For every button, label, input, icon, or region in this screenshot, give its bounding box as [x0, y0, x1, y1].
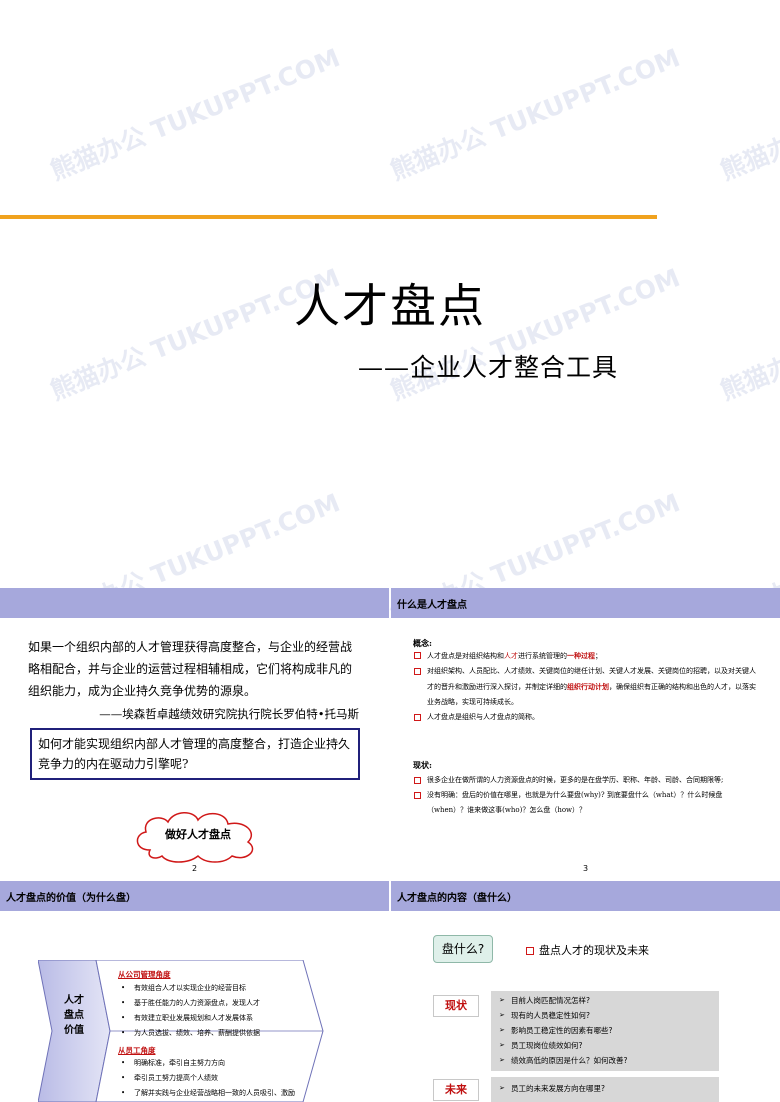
cover-title: 人才盘点 — [294, 279, 486, 333]
slide-4: 人才盘点的价值（为什么盘） 人才 盘点 价值 从公司管理角度 有效组合人才以实现… — [0, 881, 389, 1102]
slide-5: 人才盘点的内容（盘什么） 盘什么? 盘点人才的现状及未来 现状 目前人岗匹配情况… — [391, 881, 780, 1102]
employee-perspective-list: 明确标准，牵引自主努力方向 牵引员工努力提高个人绩效 了解并实践与企业经营战略相… — [118, 1056, 323, 1101]
concept-list: 人才盘点是对组织结构和人才进行系统管理的一种过程； 对组织架构、人员配比、人才绩… — [413, 648, 758, 725]
question-tag: 盘什么? — [433, 935, 493, 963]
list-item: 基于胜任能力的人力资源盘点，发现人才 — [118, 996, 323, 1011]
current-question-list: 目前人岗匹配情况怎样? 现有的人员稳定性如何? 影响员工稳定性的因素有哪些? 员… — [499, 993, 719, 1068]
employee-perspective-title: 从员工角度 — [118, 1046, 156, 1055]
watermark: 熊猫办公 TUKUPPT.COM — [46, 43, 344, 186]
list-item: 员工现岗位绩效如何? — [499, 1038, 719, 1053]
cloud-label: 做好人才盘点 — [165, 828, 231, 841]
list-item: 对组织架构、人员配比、人才绩效、关键岗位的继任计划、关键人才发展、关键岗位的招聘… — [413, 664, 758, 710]
list-item: 影响员工稳定性的因素有哪些? — [499, 1023, 719, 1038]
list-item: 有效组合人才以实现企业的经营目标 — [118, 981, 323, 996]
future-tag: 未来 — [433, 1079, 479, 1101]
list-item: 人才盘点是对组织结构和人才进行系统管理的一种过程； — [413, 648, 758, 664]
list-item: 为人员选拔、绩效、培养、薪酬提供依据 — [118, 1026, 323, 1041]
chevron-title: 人才 盘点 价值 — [64, 995, 84, 1036]
slide-title: 人才盘点的价值（为什么盘） — [6, 893, 136, 904]
list-item: 了解并实践与企业经营战略相一致的人员吸引、激励 — [118, 1086, 323, 1101]
slide-header-bar: 人才盘点的内容（盘什么） — [391, 881, 780, 911]
quote-text: 如果一个组织内部的人才管理获得高度整合，与企业的经营战略相配合，并与企业的运营过… — [28, 640, 353, 698]
watermark: 熊猫办公 TUKUPPT.COM — [716, 43, 780, 186]
list-item: 目前人岗匹配情况怎样? — [499, 993, 719, 1008]
list-item: 员工的未来发展方向在哪里? — [499, 1081, 719, 1096]
content-summary: 盘点人才的现状及未来 — [539, 944, 649, 957]
cover-divider — [0, 215, 657, 219]
list-item: 有效建立职业发展规划和人才发展体系 — [118, 1011, 323, 1026]
slide-3: 什么是人才盘点 概念: 人才盘点是对组织结构和人才进行系统管理的一种过程； 对组… — [391, 588, 780, 878]
company-perspective-list: 有效组合人才以实现企业的经营目标 基于胜任能力的人力资源盘点，发现人才 有效建立… — [118, 981, 323, 1041]
quote-author: ——埃森哲卓越绩效研究院执行院长罗伯特•托马斯 — [99, 707, 359, 721]
list-item: 现有的人员稳定性如何? — [499, 1008, 719, 1023]
status-label: 现状: — [413, 760, 432, 770]
future-question-list: 员工的未来发展方向在哪里? — [499, 1081, 719, 1096]
list-item: 绩效高低的原因是什么？如何改善? — [499, 1053, 719, 1068]
cover-subtitle: ——企业人才整合工具 — [358, 353, 619, 382]
status-list: 很多企业在做所谓的人力资源盘点的时候，更多的是在盘学历、职称、年龄、司龄、合同期… — [413, 773, 758, 818]
slide-title: 人才盘点的内容（盘什么） — [397, 893, 517, 904]
current-tag: 现状 — [433, 995, 479, 1017]
list-item: 牵引员工努力提高个人绩效 — [118, 1071, 323, 1086]
list-item: 没有明确：盘后的价值在哪里，也就是为什么要盘(why)? 到底要盘什么（what… — [413, 788, 758, 818]
checkbox-icon — [526, 947, 534, 955]
slide-2: 如果一个组织内部的人才管理获得高度整合，与企业的经营战略相配合，并与企业的运营过… — [0, 588, 389, 878]
watermark: 熊猫办公 TUKUPPT.COM — [386, 43, 684, 186]
company-perspective-title: 从公司管理角度 — [118, 970, 171, 979]
slide-header-bar: 什么是人才盘点 — [391, 588, 780, 618]
question-box: 如何才能实现组织内部人才管理的高度整合，打造企业持久竞争力的内在驱动力引擎呢? — [30, 728, 360, 780]
list-item: 很多企业在做所谓的人力资源盘点的时候，更多的是在盘学历、职称、年龄、司龄、合同期… — [413, 773, 758, 788]
cover-slide: 熊猫办公 TUKUPPT.COM 熊猫办公 TUKUPPT.COM 熊猫办公 T… — [0, 0, 780, 631]
list-item: 人才盘点是组织与人才盘点的简称。 — [413, 710, 758, 725]
slide-header-bar — [0, 588, 389, 618]
list-item: 明确标准，牵引自主努力方向 — [118, 1056, 323, 1071]
page-number: 3 — [582, 864, 589, 873]
slide-header-bar: 人才盘点的价值（为什么盘） — [0, 881, 389, 911]
page-number: 2 — [191, 864, 198, 873]
slide-title: 什么是人才盘点 — [397, 600, 467, 611]
